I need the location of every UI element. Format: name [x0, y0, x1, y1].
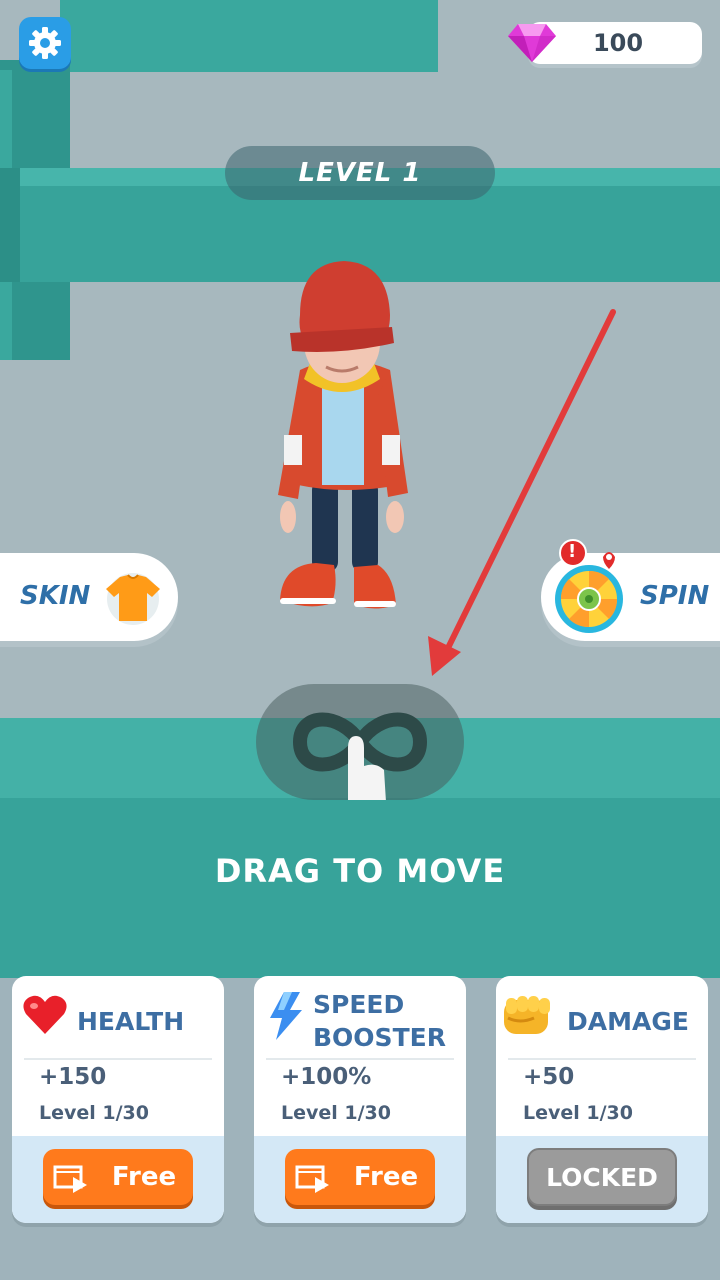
skin-label: SKIN	[20, 581, 91, 611]
divider	[24, 1058, 212, 1060]
damage-value: +50	[523, 1064, 575, 1090]
gear-icon	[29, 27, 61, 59]
health-level: Level 1/30	[39, 1102, 149, 1124]
heart-icon	[23, 995, 67, 1034]
damage-locked-button[interactable]: LOCKED	[527, 1148, 677, 1206]
infinity-swipe-hand-icon	[292, 712, 428, 800]
health-title: HEALTH	[77, 1007, 185, 1036]
prize-wheel-icon	[555, 539, 623, 633]
speed-title-line1: SPEED	[313, 990, 405, 1019]
spin-button[interactable]: ! SPIN	[541, 539, 720, 641]
drag-gesture-hint	[256, 684, 464, 800]
spin-alert-badge: !	[568, 541, 577, 562]
speed-free-button[interactable]: Free	[285, 1149, 435, 1205]
health-free-button[interactable]: Free	[43, 1149, 193, 1205]
video-ad-icon	[295, 1165, 329, 1193]
health-button-label: Free	[111, 1162, 177, 1192]
damage-title: DAMAGE	[567, 1007, 689, 1036]
speed-value: +100%	[281, 1064, 372, 1090]
speed-level: Level 1/30	[281, 1102, 391, 1124]
divider	[266, 1058, 454, 1060]
player-character	[278, 261, 408, 609]
upgrade-card-damage: DAMAGE +50 Level 1/30 LOCKED	[496, 976, 708, 1223]
spin-label: SPIN	[640, 581, 710, 611]
settings-button[interactable]	[19, 17, 71, 69]
drag-to-move-text: DRAG TO MOVE	[214, 852, 506, 890]
skin-button[interactable]: SKIN	[0, 553, 178, 641]
divider	[508, 1058, 696, 1060]
upgrade-card-health: HEALTH +150 Level 1/30 Free	[12, 976, 224, 1223]
video-ad-icon	[53, 1165, 87, 1193]
damage-level: Level 1/30	[523, 1102, 633, 1124]
speed-button-label: Free	[353, 1162, 419, 1192]
level-indicator: LEVEL 1	[225, 146, 495, 200]
speed-title-line2: BOOSTER	[313, 1023, 446, 1052]
tshirt-icon	[106, 573, 160, 625]
health-value: +150	[39, 1064, 107, 1090]
upgrade-card-speed: SPEED BOOSTER +100% Level 1/30 Free	[254, 976, 466, 1223]
lightning-icon	[270, 992, 302, 1040]
fist-icon	[504, 996, 550, 1034]
gem-count: 100	[592, 29, 644, 57]
